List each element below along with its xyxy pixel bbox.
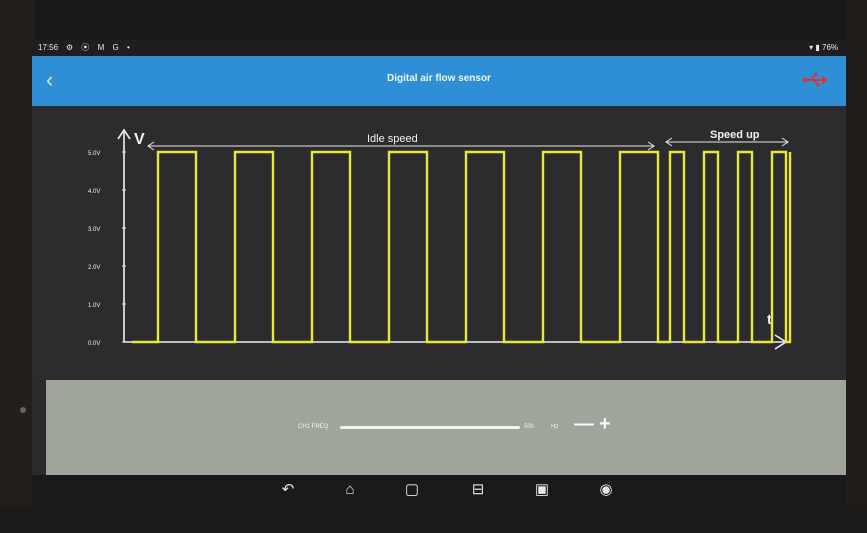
speed-up-label: Speed up	[710, 129, 760, 141]
status-time: 17:56	[38, 43, 59, 52]
android-nav-bar: ↶ ⌂ ▢ ⊟ ▣ ◉	[32, 475, 846, 505]
device-bezel-bottom	[0, 505, 867, 533]
decrease-button[interactable]: —	[574, 414, 594, 434]
usb-icon[interactable]	[802, 72, 828, 88]
recents-icon[interactable]: ▢	[402, 480, 422, 500]
vci-icon[interactable]: ⊟	[468, 480, 488, 500]
increase-button[interactable]: +	[599, 414, 611, 434]
screenshot-icon[interactable]: ▣	[532, 480, 552, 500]
signal-trace	[132, 150, 792, 344]
browser-icon[interactable]: ◉	[596, 480, 616, 500]
status-bar: 17:56 ⚙ ⦿ M G • ▾ ▮ 76%	[32, 40, 846, 56]
home-icon[interactable]: ⌂	[340, 480, 360, 500]
frequency-slider[interactable]	[340, 426, 520, 429]
waveform-plot: V t Idle speed Speed up 5.0V 4.0V 3.0V 2.0V…	[32, 106, 846, 380]
waveform-canvas: V t Idle speed Speed up 5.0V4.0V3.0V2.0V…	[88, 128, 792, 350]
frequency-unit: Hz	[551, 424, 559, 430]
idle-speed-label: Idle speed	[367, 133, 418, 145]
y-tick-label: 4.0V	[88, 189, 100, 195]
tablet-screen: 17:56 ⚙ ⦿ M G • ▾ ▮ 76% ‹ Digital air fl…	[32, 40, 846, 505]
y-tick-group: 5.0V 4.0V 3.0V 2.0V 1.0V 0.0V	[88, 151, 126, 347]
back-nav-icon[interactable]: ↶	[278, 480, 298, 500]
y-axis-label: V	[134, 131, 145, 148]
frequency-value: 500	[524, 424, 535, 430]
y-tick-label: 2.0V	[88, 265, 100, 271]
camera-dot	[20, 407, 26, 413]
device-bezel-top	[0, 0, 867, 40]
y-tick-label: 3.0V	[88, 227, 100, 233]
y-tick-label: 0.0V	[88, 341, 100, 347]
control-panel: CH1 FREQ 500 Hz — +	[46, 380, 846, 475]
y-tick-label: 1.0V	[88, 303, 100, 309]
y-tick-label: 5.0V	[88, 151, 100, 157]
channel-label: CH1 FREQ	[298, 424, 329, 430]
page-title: Digital air flow sensor	[387, 73, 491, 84]
device-bezel-left	[0, 0, 34, 533]
status-notification-icons: ⚙ ⦿ M G •	[66, 43, 133, 52]
status-right-icons: ▾ ▮ 76%	[809, 43, 838, 52]
device-bezel-right	[846, 0, 867, 533]
app-bar: ‹ Digital air flow sensor	[32, 56, 846, 106]
